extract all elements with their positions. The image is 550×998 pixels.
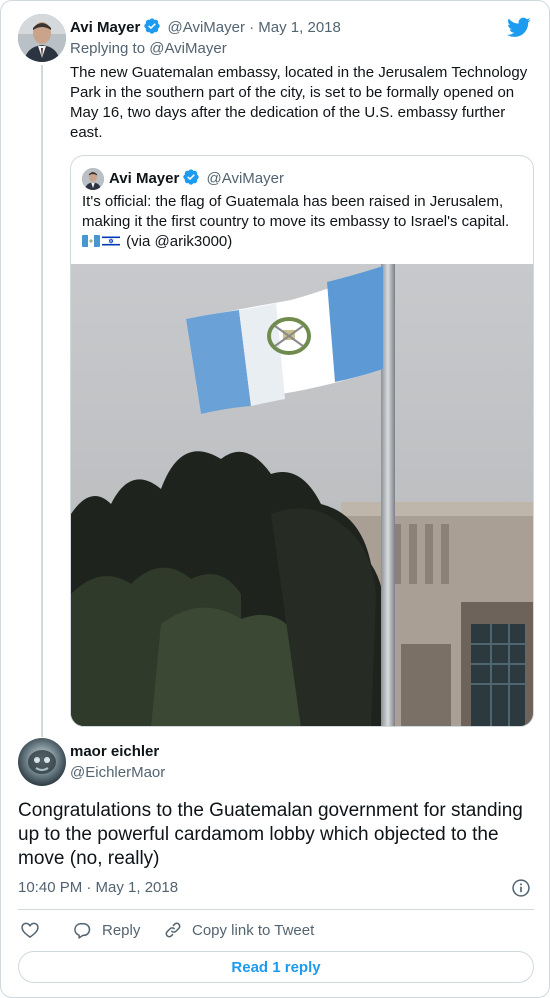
link-icon <box>165 922 181 938</box>
israel-flag-icon <box>102 235 120 247</box>
reply-bubble-icon <box>74 923 91 939</box>
embedded-tweet-card: Avi Mayer @AviMayer · May 1, 2018 Replyi… <box>0 0 550 998</box>
parent-author-avatar[interactable] <box>18 14 66 62</box>
parent-author-handle[interactable]: @AviMayer <box>167 19 244 36</box>
guatemala-flag-icon <box>82 235 100 247</box>
quoted-author-handle: @AviMayer <box>206 170 284 187</box>
verified-badge-icon <box>144 18 160 34</box>
quoted-author-name: Avi Mayer <box>109 170 180 187</box>
copy-link-label: Copy link to Tweet <box>192 921 315 939</box>
read-replies-button[interactable]: Read 1 reply <box>18 951 534 983</box>
reply-button[interactable]: Reply <box>72 917 140 943</box>
parent-tweet-text: The new Guatemalan embassy, located in t… <box>70 64 528 141</box>
quoted-tweet-header: Avi Mayer @AviMayer <box>109 168 284 189</box>
verified-badge-icon <box>183 169 199 185</box>
main-tweet-text: Congratulations to the Guatemalan govern… <box>18 800 523 869</box>
replying-to-handle[interactable]: @AviMayer <box>149 40 226 57</box>
parent-author-name[interactable]: Avi Mayer <box>70 19 140 36</box>
quoted-tweet-text: It's official: the flag of Guatemala has… <box>82 192 526 252</box>
reply-label: Reply <box>102 921 141 939</box>
quoted-tweet-via[interactable]: (via @arik3000) <box>126 233 232 250</box>
main-author-handle[interactable]: @EichlerMaor <box>70 763 165 783</box>
parent-tweet-date[interactable]: May 1, 2018 <box>258 19 341 36</box>
guatemala-flag-photo[interactable] <box>71 264 534 727</box>
quoted-tweet-card[interactable]: Avi Mayer @AviMayer It's official: the f… <box>70 155 534 727</box>
quoted-tweet-body: It's official: the flag of Guatemala has… <box>82 193 510 230</box>
main-author-name[interactable]: maor eichler <box>70 742 159 762</box>
parent-tweet-header: Avi Mayer @AviMayer · May 1, 2018 <box>70 17 341 38</box>
header-separator: · <box>249 19 255 36</box>
main-author-avatar[interactable] <box>18 738 66 786</box>
heart-icon <box>21 922 39 939</box>
actions-divider <box>18 909 534 910</box>
thread-connector-line <box>41 65 43 737</box>
twitter-bird-icon[interactable] <box>507 15 531 39</box>
info-icon[interactable] <box>511 878 531 898</box>
main-tweet-timestamp[interactable]: 10:40 PM · May 1, 2018 <box>18 878 178 898</box>
replying-to-prefix: Replying to <box>70 40 146 57</box>
replying-to-line: Replying to @AviMayer <box>70 39 227 59</box>
like-button[interactable] <box>20 917 40 943</box>
copy-link-button[interactable]: Copy link to Tweet <box>163 917 314 943</box>
tweet-actions-bar: Reply Copy link to Tweet <box>18 917 534 943</box>
quoted-author-avatar <box>82 168 104 190</box>
